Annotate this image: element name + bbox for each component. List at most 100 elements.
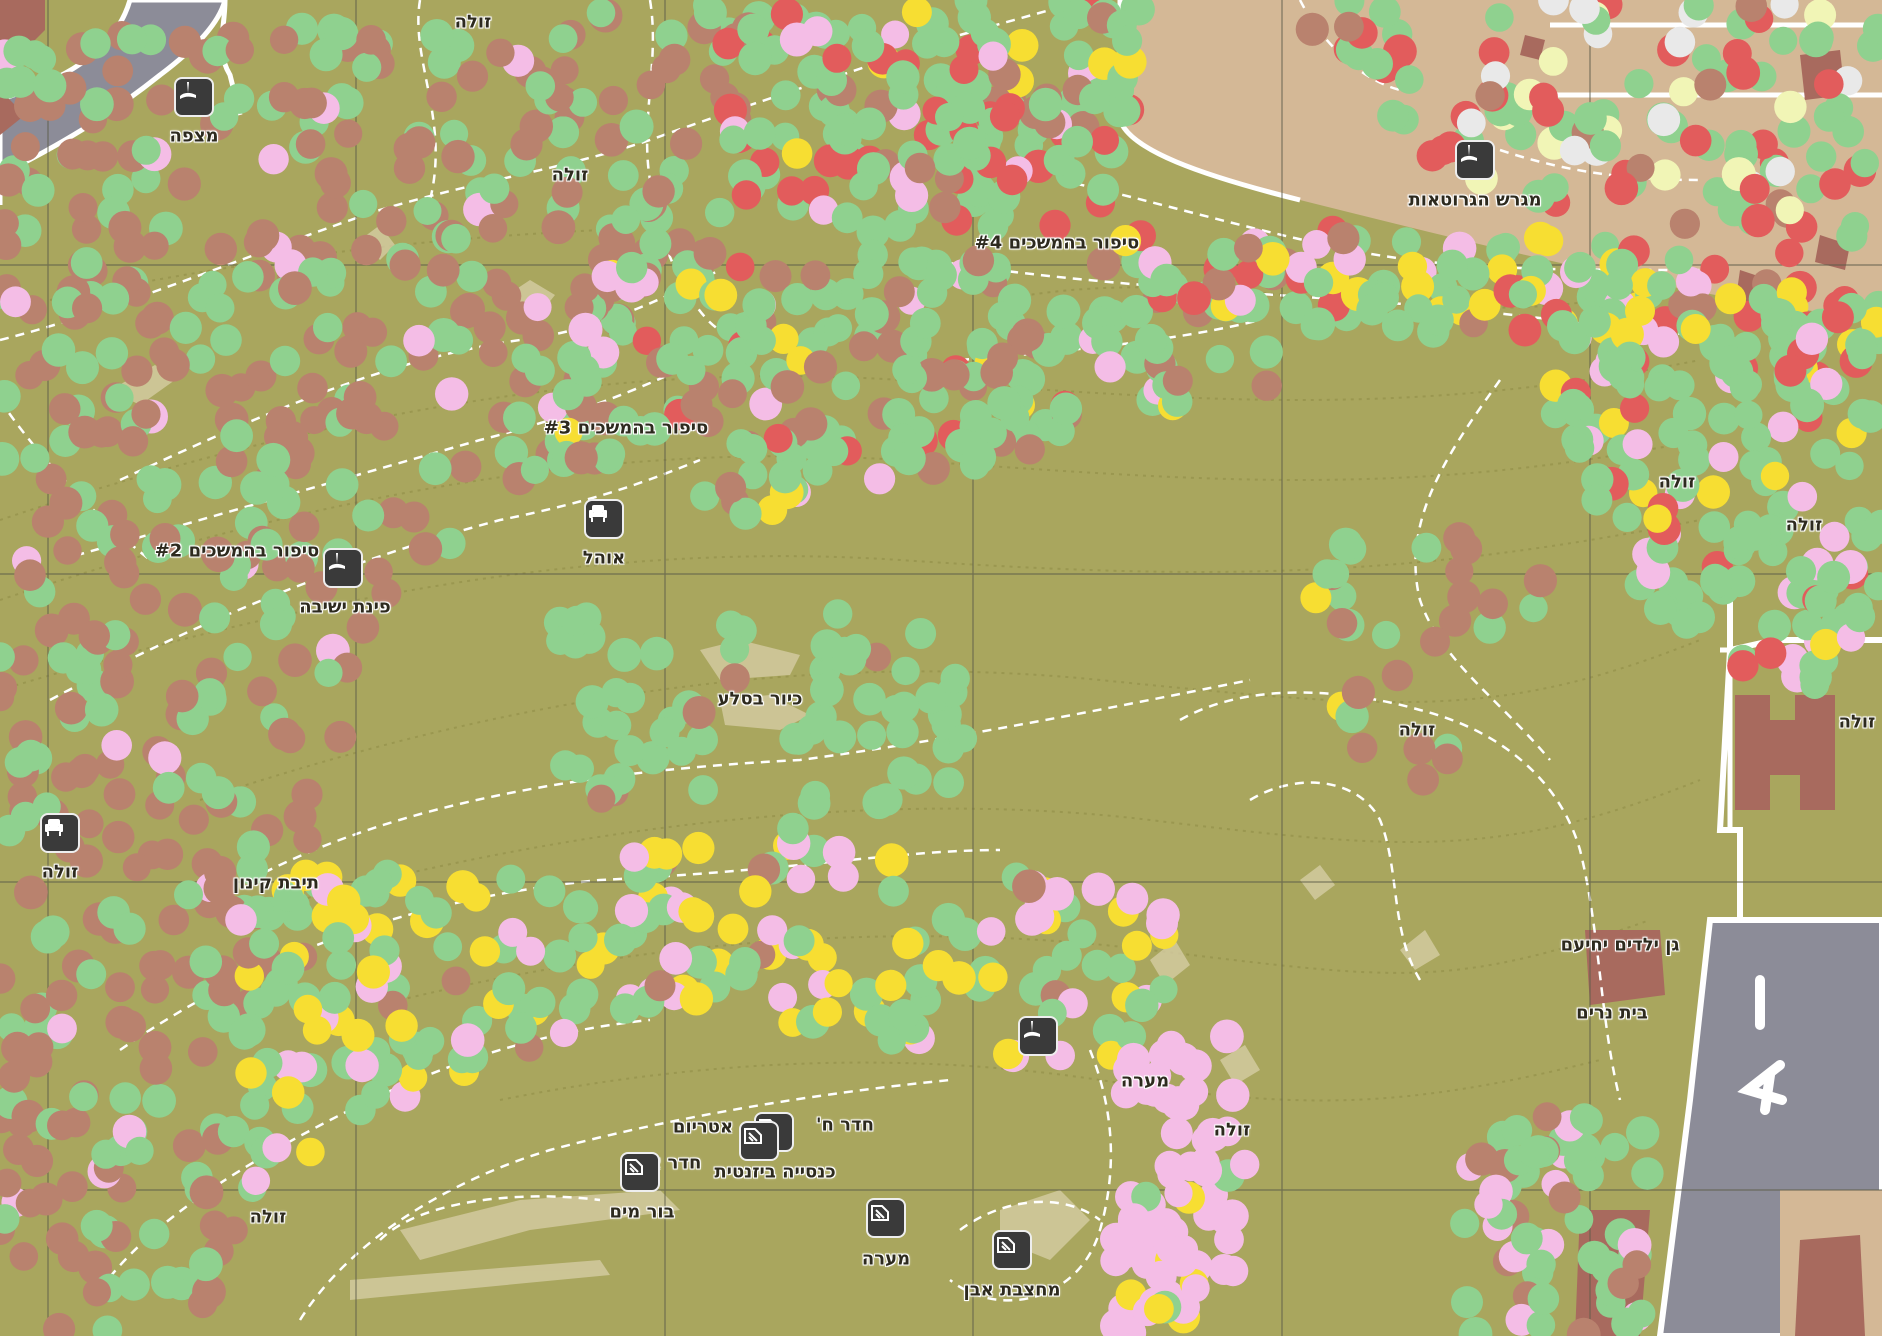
tree-marker (853, 682, 886, 716)
tree-marker (131, 135, 161, 165)
tree-marker (680, 388, 713, 421)
tree-marker (1581, 484, 1613, 516)
tree-marker (1679, 124, 1712, 157)
ruin-icon-glyph (625, 1159, 643, 1175)
tree-marker (1356, 293, 1389, 326)
map-label-mahtsevet: מחצבת אבן (963, 1279, 1061, 1301)
lounge-chair-icon[interactable] (323, 548, 363, 588)
tree-marker (568, 312, 603, 347)
tree-marker (268, 82, 300, 113)
tree-marker (503, 401, 536, 435)
tree-marker (356, 25, 386, 55)
tree-marker (241, 1166, 271, 1196)
tree-marker (824, 314, 853, 343)
tree-marker (812, 997, 843, 1027)
tree-marker (68, 415, 102, 449)
map-label-zula-7: זולה (41, 861, 79, 883)
tree-marker (770, 80, 801, 111)
tree-marker (1694, 68, 1727, 101)
tree-marker (1477, 588, 1508, 620)
tree-marker (688, 775, 718, 805)
tree-marker (763, 423, 793, 453)
tree-marker (1559, 135, 1590, 166)
tree-marker (47, 1110, 77, 1141)
tree-marker (1785, 556, 1817, 587)
ruin-icon[interactable] (739, 1121, 779, 1161)
lounge-chair-icon[interactable] (174, 77, 214, 117)
tree-marker (1774, 354, 1807, 387)
tree-marker (1205, 344, 1235, 374)
armchair-icon[interactable] (584, 499, 624, 539)
lounge-chair-icon-glyph (1024, 1021, 1040, 1038)
map-label-zula-4: זולה (1785, 514, 1823, 536)
tree-marker (271, 1076, 305, 1109)
tree-marker (541, 210, 576, 245)
tree-marker (278, 643, 312, 677)
tree-marker (295, 129, 326, 159)
tree-marker (1181, 1274, 1210, 1303)
tree-marker (1802, 21, 1834, 54)
map-label-meara-2: מערה (861, 1248, 911, 1270)
ruin-icon[interactable] (866, 1198, 906, 1238)
tree-marker (524, 986, 556, 1019)
tree-marker (189, 945, 223, 979)
tree-marker (199, 1210, 230, 1241)
ruin-icon[interactable] (620, 1152, 660, 1192)
tree-marker (345, 1048, 379, 1083)
map-canvas[interactable]: זולה מצפה זולה סיפור בהמשכים #4 מגרש הגרוטאו… (0, 0, 1882, 1336)
tree-marker (953, 126, 986, 160)
tree-marker (426, 81, 457, 113)
tree-marker (1538, 0, 1569, 16)
tree-marker (140, 231, 169, 260)
lounge-chair-icon[interactable] (1455, 140, 1495, 180)
tree-marker (258, 144, 289, 175)
tree-marker (743, 117, 776, 150)
ruin-icon[interactable] (992, 1230, 1032, 1270)
tree-marker (168, 25, 201, 58)
armchair-icon[interactable] (40, 813, 80, 853)
tree-marker (818, 436, 849, 467)
tree-marker (742, 288, 776, 322)
tree-marker (201, 776, 235, 810)
tree-marker (823, 599, 853, 629)
tree-marker (892, 927, 924, 960)
tree-marker (189, 1247, 223, 1282)
tree-marker (1108, 94, 1141, 127)
tree-marker (210, 324, 242, 356)
tree-marker (1836, 220, 1868, 252)
tree-marker (1564, 253, 1594, 283)
lounge-chair-icon-glyph (180, 82, 196, 99)
tree-marker (1177, 281, 1211, 315)
tree-marker (262, 1133, 292, 1163)
tree-marker (1116, 882, 1149, 915)
tree-marker (473, 311, 506, 344)
tree-marker (336, 397, 368, 430)
tree-marker (1821, 301, 1854, 334)
tree-marker (1451, 1286, 1483, 1319)
lounge-chair-icon-glyph (329, 553, 345, 570)
tree-marker (1767, 411, 1799, 443)
tree-marker (892, 441, 926, 476)
tree-marker (800, 260, 831, 291)
tree-marker (103, 778, 136, 811)
map-label-mitspe: מצפה (169, 125, 219, 147)
tree-marker (849, 171, 878, 201)
tree-marker (1028, 87, 1063, 122)
tree-marker (185, 344, 216, 374)
tree-marker (874, 843, 909, 877)
tree-marker (1456, 108, 1486, 138)
tree-marker (21, 173, 55, 207)
tree-marker (326, 950, 357, 980)
tree-marker (1518, 1136, 1550, 1168)
tree-marker (435, 377, 469, 411)
tree-marker (278, 271, 312, 305)
tree-marker (690, 481, 720, 511)
tree-marker (875, 969, 907, 1002)
lounge-chair-icon[interactable] (1018, 1016, 1058, 1056)
tree-marker (1216, 1078, 1250, 1112)
tree-marker (1669, 77, 1699, 107)
tree-marker (607, 160, 639, 191)
tree-marker (915, 682, 947, 714)
tree-marker (125, 1136, 154, 1165)
tree-marker (737, 434, 768, 464)
